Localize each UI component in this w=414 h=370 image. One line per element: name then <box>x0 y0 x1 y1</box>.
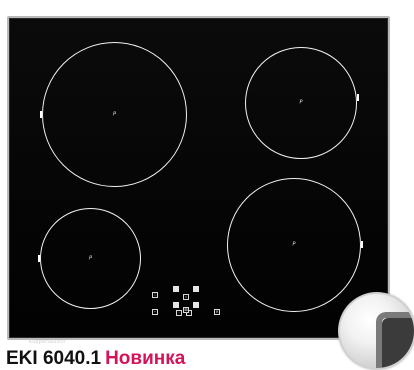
new-badge: Новинка <box>105 348 186 369</box>
induction-cooktop: P P P P ∷ − ○ · · ⊠ ✕ Küppersbusch <box>7 16 390 345</box>
glass-corner-detail <box>382 318 414 368</box>
zone-indicator-key[interactable] <box>173 302 179 308</box>
zone-marker-tick <box>357 94 359 101</box>
power-symbol: P <box>88 255 93 261</box>
product-figure: P P P P ∷ − ○ · · ⊠ ✕ Küppersbusch EKI 6… <box>0 0 414 370</box>
zone-indicator-key[interactable] <box>193 286 199 292</box>
center-display-key[interactable]: ⊠ <box>183 307 189 313</box>
zone-marker-tick <box>38 255 40 262</box>
minus-key[interactable]: − <box>152 309 158 315</box>
power-symbol: P <box>299 99 303 106</box>
brand-logo: Küppersbusch <box>29 339 66 345</box>
lock-key[interactable]: · <box>176 310 182 316</box>
cooking-zone-large-left: P <box>40 42 187 187</box>
cooking-zone-large-right: P <box>227 178 363 312</box>
zone-select-key[interactable]: ∷ <box>152 292 158 298</box>
edge-detail-magnifier <box>338 292 414 370</box>
power-key[interactable]: ○ <box>183 294 189 300</box>
product-caption: EKI 6040.1 Новинка <box>6 348 185 370</box>
zone-marker-tick <box>361 241 363 248</box>
cooking-zone-small-right: P <box>245 47 359 159</box>
power-symbol: P <box>112 111 117 117</box>
power-symbol: P <box>292 241 296 248</box>
plus-key[interactable]: ✕ <box>214 309 220 315</box>
zone-indicator-key[interactable] <box>193 302 199 308</box>
model-name[interactable]: EKI 6040.1 <box>6 348 101 369</box>
cooking-zone-small-left: P <box>38 208 141 309</box>
zone-marker-tick <box>40 111 42 118</box>
zone-indicator-key[interactable] <box>173 286 179 292</box>
